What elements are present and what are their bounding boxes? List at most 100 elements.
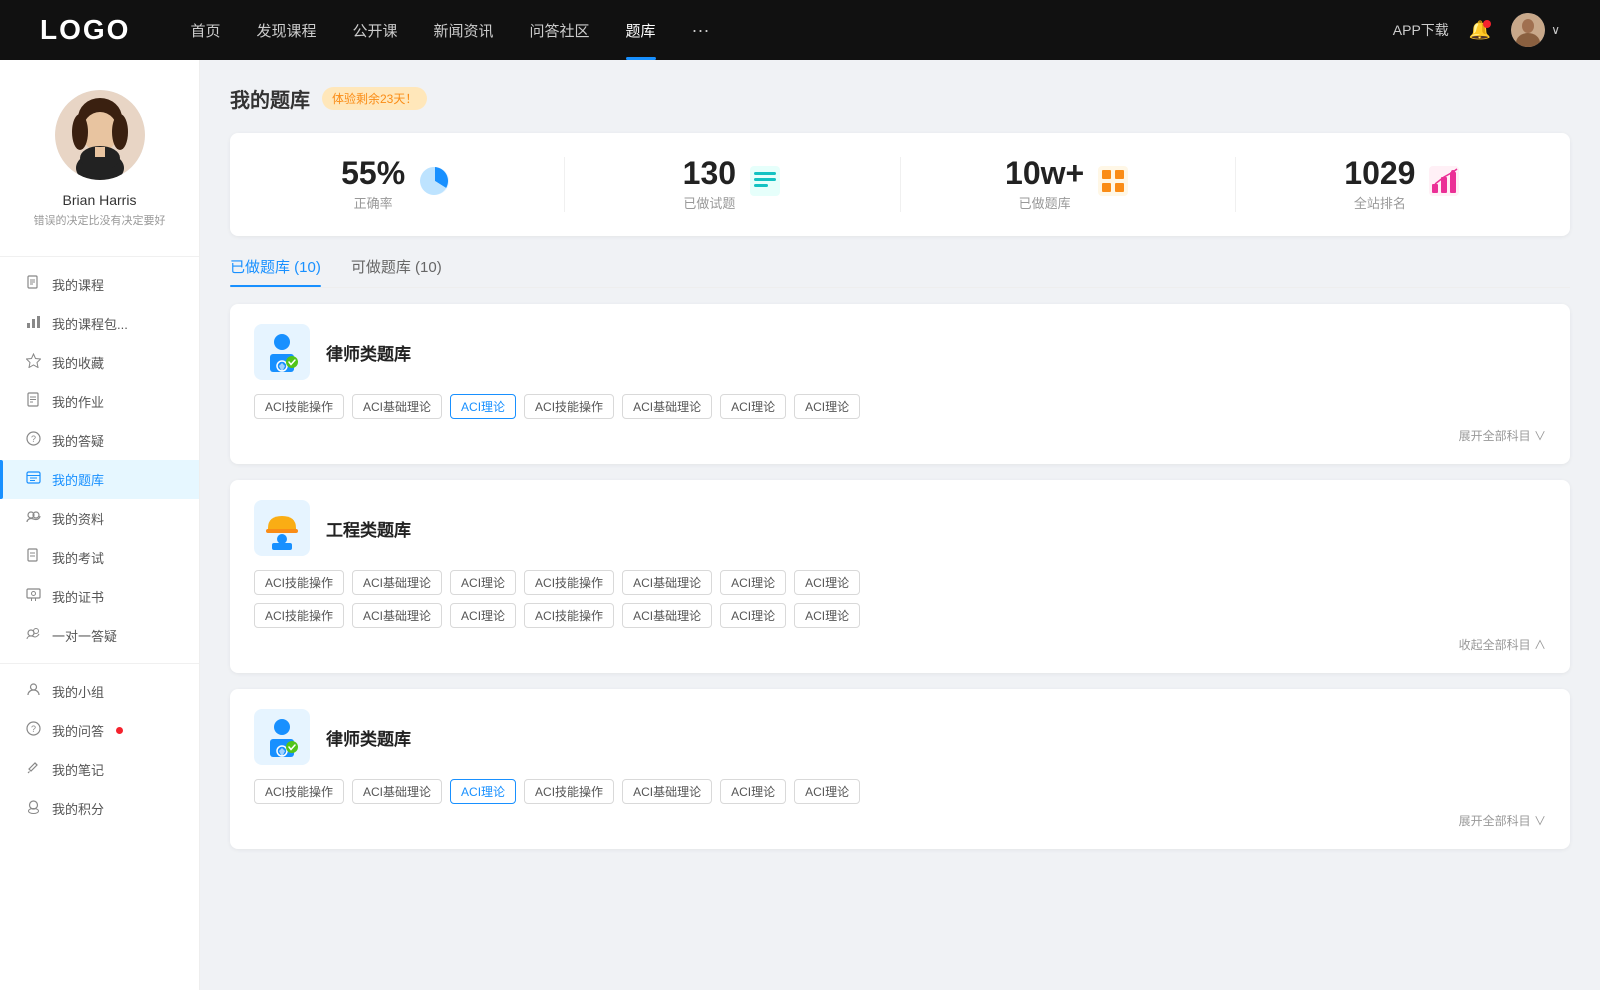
tag[interactable]: ACI基础理论 [622,779,712,804]
tag[interactable]: ACI技能操作 [524,603,614,628]
sidebar-label-homework: 我的作业 [52,392,104,411]
tag[interactable]: ACI技能操作 [254,394,344,419]
qbank-lawyer-2-expand[interactable]: 展开全部科目 ∨ [254,812,1546,829]
tag-active[interactable]: ACI理论 [450,394,516,419]
tag[interactable]: ACI基础理论 [352,570,442,595]
tag[interactable]: ACI技能操作 [254,603,344,628]
nav-bell-button[interactable]: 🔔 [1469,20,1491,41]
question-icon: ? [24,431,42,450]
sidebar-item-qa-mine[interactable]: ? 我的答疑 [0,421,199,460]
sidebar-label-course-packages: 我的课程包... [52,314,128,333]
tag[interactable]: ACI技能操作 [254,779,344,804]
qbank-card-engineer-header: 工程类题库 [254,500,1546,556]
sidebar-divider-2 [0,663,199,664]
qbank-card-lawyer-2-header: 律师类题库 [254,709,1546,765]
tag[interactable]: ACI理论 [794,779,860,804]
nav-link-more[interactable]: ··· [692,20,710,41]
grid-icon [1096,164,1130,205]
sidebar-item-tutoring[interactable]: 一对一答疑 [0,616,199,655]
profile-motto: 错误的决定比没有决定要好 [20,212,179,228]
stat-accuracy-text: 55% 正确率 [341,157,405,212]
tag[interactable]: ACI基础理论 [352,394,442,419]
tag[interactable]: ACI技能操作 [524,394,614,419]
points-icon [24,799,42,818]
list-check-icon [748,164,782,205]
nav-link-discover[interactable]: 发现课程 [256,20,316,41]
sidebar-label-materials: 我的资料 [52,509,104,528]
qbank-lawyer-1-expand[interactable]: 展开全部科目 ∨ [254,427,1546,444]
tag[interactable]: ACI理论 [794,394,860,419]
sidebar-item-groups[interactable]: 我的小组 [0,672,199,711]
tag[interactable]: ACI基础理论 [622,570,712,595]
sidebar-item-course-packages[interactable]: 我的课程包... [0,304,199,343]
nav-avatar [1511,13,1545,47]
tabs: 已做题库 (10) 可做题库 (10) [230,256,1570,288]
stat-ranking: 1029 全站排名 [1236,157,1570,212]
sidebar-label-groups: 我的小组 [52,682,104,701]
document-icon [24,275,42,294]
star-icon [24,353,42,372]
qbank-engineer-collapse[interactable]: 收起全部科目 ∧ [254,636,1546,653]
sidebar-item-my-courses[interactable]: 我的课程 [0,265,199,304]
nav-link-news[interactable]: 新闻资讯 [434,20,494,41]
nav-logo: LOGO [40,14,130,46]
sidebar-item-notes[interactable]: 我的笔记 [0,750,199,789]
sidebar-item-points[interactable]: 我的积分 [0,789,199,828]
profile-name: Brian Harris [20,192,179,208]
nav-links: 首页 发现课程 公开课 新闻资讯 问答社区 题库 ··· [190,20,1392,41]
tag[interactable]: ACI理论 [794,603,860,628]
tag[interactable]: ACI理论 [720,779,786,804]
tag[interactable]: ACI理论 [720,394,786,419]
sidebar-item-favorites[interactable]: 我的收藏 [0,343,199,382]
stat-done-questions-text: 130 已做试题 [683,157,736,212]
tag[interactable]: ACI理论 [450,570,516,595]
tag[interactable]: ACI基础理论 [622,394,712,419]
tag[interactable]: ACI理论 [794,570,860,595]
tag[interactable]: ACI理论 [720,570,786,595]
tag[interactable]: ACI基础理论 [352,603,442,628]
stat-accuracy-label: 正确率 [341,193,405,212]
qbank-lawyer-2-name: 律师类题库 [326,725,411,750]
tag-active[interactable]: ACI理论 [450,779,516,804]
sidebar-label-tutoring: 一对一答疑 [52,626,117,645]
stat-done-questions: 130 已做试题 [565,157,900,212]
sidebar-item-questions[interactable]: ? 我的问答 [0,711,199,750]
tab-available-banks[interactable]: 可做题库 (10) [351,256,442,287]
exam-icon [24,548,42,567]
tag[interactable]: ACI理论 [450,603,516,628]
stat-ranking-text: 1029 全站排名 [1344,157,1415,212]
stat-done-banks-value: 10w+ [1005,157,1084,189]
page-title: 我的题库 [230,84,310,113]
sidebar-label-my-courses: 我的课程 [52,275,104,294]
stat-done-banks-text: 10w+ 已做题库 [1005,157,1084,212]
ranking-bar-icon [1427,164,1461,205]
stat-done-questions-label: 已做试题 [683,193,736,212]
engineer-icon-wrap [254,500,310,556]
stat-done-banks: 10w+ 已做题库 [901,157,1236,212]
tag[interactable]: ACI技能操作 [524,570,614,595]
tutoring-icon [24,626,42,645]
sidebar-item-materials[interactable]: 我的资料 [0,499,199,538]
tag[interactable]: ACI基础理论 [622,603,712,628]
sidebar-label-qbank: 我的题库 [52,470,104,489]
tag[interactable]: ACI基础理论 [352,779,442,804]
tab-done-banks[interactable]: 已做题库 (10) [230,256,321,287]
nav-link-home[interactable]: 首页 [190,20,220,41]
tag[interactable]: ACI技能操作 [524,779,614,804]
sidebar-item-certificates[interactable]: 我的证书 [0,577,199,616]
sidebar-item-exams[interactable]: 我的考试 [0,538,199,577]
stat-ranking-label: 全站排名 [1344,193,1415,212]
nav-link-open-course[interactable]: 公开课 [352,20,397,41]
tag[interactable]: ACI理论 [720,603,786,628]
materials-icon [24,509,42,528]
qbank-engineer-name: 工程类题库 [326,516,411,541]
nav-link-qbank[interactable]: 题库 [626,20,656,41]
nav-app-download[interactable]: APP下载 [1393,20,1449,40]
sidebar-profile: Brian Harris 错误的决定比没有决定要好 [0,80,199,248]
sidebar-item-qbank[interactable]: 我的题库 [0,460,199,499]
nav-link-qa[interactable]: 问答社区 [530,20,590,41]
sidebar-item-homework[interactable]: 我的作业 [0,382,199,421]
nav-user-menu[interactable]: ∨ [1511,13,1560,47]
certificate-icon [24,587,42,606]
tag[interactable]: ACI技能操作 [254,570,344,595]
